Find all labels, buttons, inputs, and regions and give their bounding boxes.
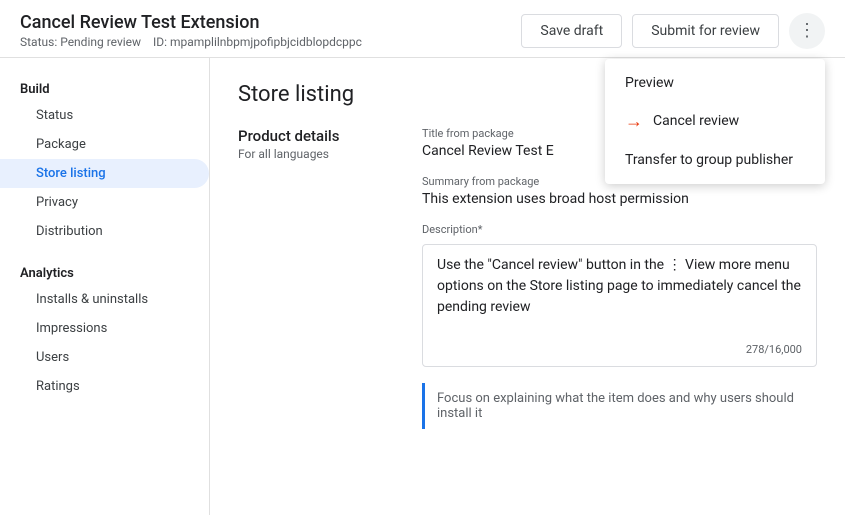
transfer-label: Transfer to group publisher xyxy=(625,152,793,168)
product-details-sub: For all languages xyxy=(238,147,398,161)
product-details-heading: Product details xyxy=(238,127,398,145)
header-subtitle: Status: Pending review ID: mpamplilnbpmj… xyxy=(20,35,362,49)
dropdown-menu: Preview → Cancel review Transfer to grou… xyxy=(605,59,825,184)
submit-review-button[interactable]: Submit for review xyxy=(632,14,779,48)
id-text: ID: mpamplilnbpmjpofipbjcidblopdcppc xyxy=(153,35,362,49)
description-field-block: Description* 278/16,000 xyxy=(422,223,817,367)
sidebar-item-store-listing[interactable]: Store listing xyxy=(0,159,209,188)
dropdown-item-preview[interactable]: Preview xyxy=(605,65,825,101)
sidebar-item-package[interactable]: Package xyxy=(0,130,209,159)
sidebar: Build Status Package Store listing Priva… xyxy=(0,58,210,515)
summary-value: This extension uses broad host permissio… xyxy=(422,191,817,207)
sidebar-item-status[interactable]: Status xyxy=(0,101,209,130)
preview-label: Preview xyxy=(625,75,674,91)
page-title: Cancel Review Test Extension xyxy=(20,12,362,33)
sidebar-build-section: Build xyxy=(0,74,209,101)
sidebar-item-privacy[interactable]: Privacy xyxy=(0,188,209,217)
more-dots-icon: ⋮ xyxy=(798,20,816,41)
sidebar-item-impressions[interactable]: Impressions xyxy=(0,314,209,343)
header-left: Cancel Review Test Extension Status: Pen… xyxy=(20,12,362,49)
product-details-left: Product details For all languages xyxy=(238,127,398,429)
sidebar-item-users[interactable]: Users xyxy=(0,343,209,372)
sidebar-item-distribution[interactable]: Distribution xyxy=(0,217,209,246)
dropdown-item-cancel-review[interactable]: → Cancel review xyxy=(605,101,825,142)
description-textarea[interactable] xyxy=(437,255,802,335)
sidebar-item-installs[interactable]: Installs & uninstalls xyxy=(0,285,209,314)
description-box: 278/16,000 xyxy=(422,244,817,367)
header-right: Save draft Submit for review ⋮ Preview →… xyxy=(521,13,825,49)
save-draft-button[interactable]: Save draft xyxy=(521,14,622,48)
description-label: Description* xyxy=(422,223,817,236)
sidebar-item-ratings[interactable]: Ratings xyxy=(0,372,209,401)
dropdown-item-transfer[interactable]: Transfer to group publisher xyxy=(605,142,825,178)
focus-hint: Focus on explaining what the item does a… xyxy=(422,383,817,429)
header: Cancel Review Test Extension Status: Pen… xyxy=(0,0,845,58)
arrow-right-icon: → xyxy=(625,111,643,132)
more-options-button[interactable]: ⋮ xyxy=(789,13,825,49)
sidebar-analytics-section: Analytics xyxy=(0,258,209,285)
cancel-review-label: Cancel review xyxy=(653,113,739,129)
status-text: Status: Pending review xyxy=(20,35,141,49)
char-count: 278/16,000 xyxy=(437,343,802,356)
